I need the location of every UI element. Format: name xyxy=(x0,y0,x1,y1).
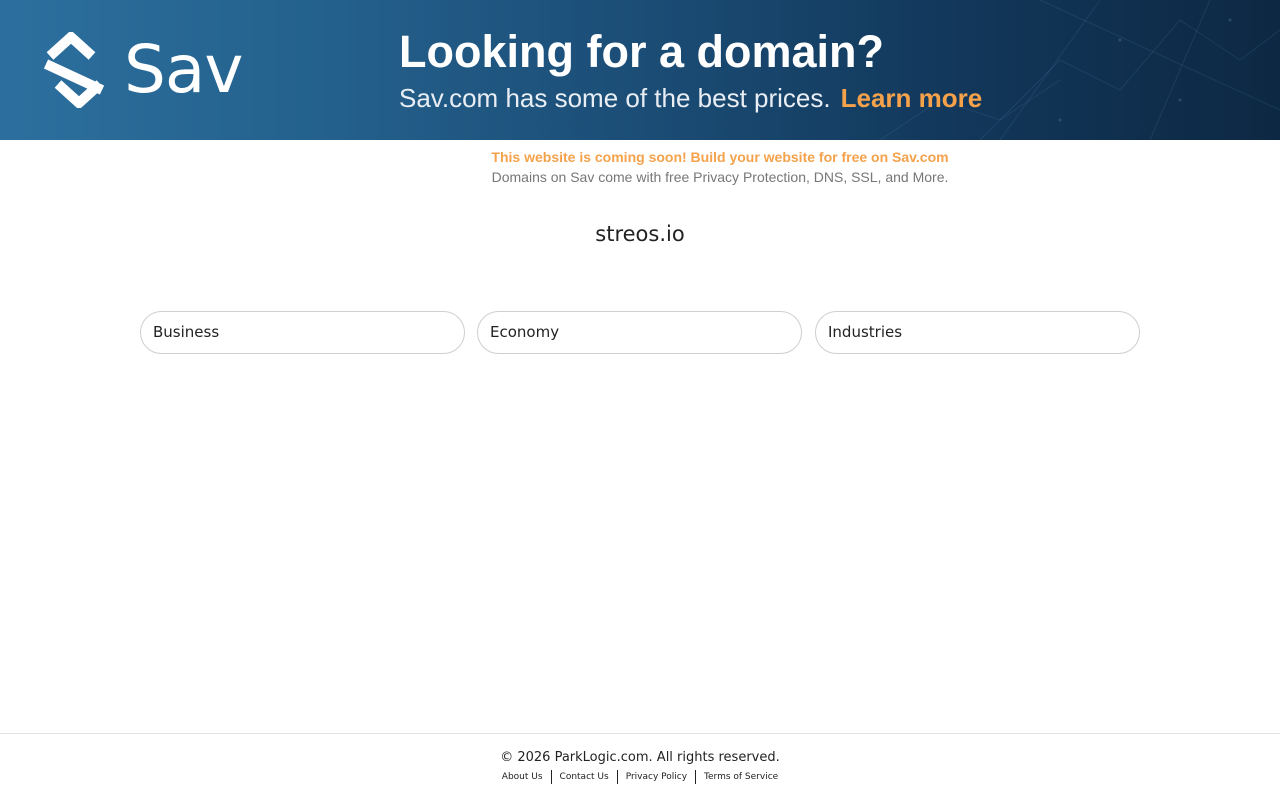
footer-link-about[interactable]: About Us xyxy=(494,770,551,784)
related-link-economy[interactable]: Economy xyxy=(477,311,802,354)
coming-soon-notice[interactable]: This website is coming soon! Build your … xyxy=(0,149,1280,165)
banner-subline-text: Sav.com has some of the best prices. xyxy=(399,83,831,113)
footer: © 2026 ParkLogic.com. All rights reserve… xyxy=(0,733,1280,800)
related-links: Business Economy Industries xyxy=(140,311,1140,354)
promo-banner[interactable]: Sav Looking for a domain? Sav.com has so… xyxy=(0,0,1280,140)
related-link-business[interactable]: Business xyxy=(140,311,465,354)
footer-link-privacy[interactable]: Privacy Policy xyxy=(616,770,695,784)
related-link-industries[interactable]: Industries xyxy=(815,311,1140,354)
copyright-text: © 2026 ParkLogic.com. All rights reserve… xyxy=(500,750,780,765)
features-notice: Domains on Sav come with free Privacy Pr… xyxy=(491,169,949,185)
sav-logo[interactable]: Sav xyxy=(40,31,243,108)
footer-links: About Us Contact Us Privacy Policy Terms of… xyxy=(0,770,1280,784)
sav-logo-icon xyxy=(43,32,105,108)
logo-text: Sav xyxy=(124,31,243,108)
domain-name: streos.io xyxy=(595,222,685,246)
banner-subline: Sav.com has some of the best prices. Lear… xyxy=(399,82,982,114)
banner-headline: Looking for a domain? xyxy=(399,26,884,77)
learn-more-link[interactable]: Learn more xyxy=(841,83,983,113)
footer-link-contact[interactable]: Contact Us xyxy=(550,770,617,784)
footer-link-terms[interactable]: Terms of Service xyxy=(695,770,786,784)
